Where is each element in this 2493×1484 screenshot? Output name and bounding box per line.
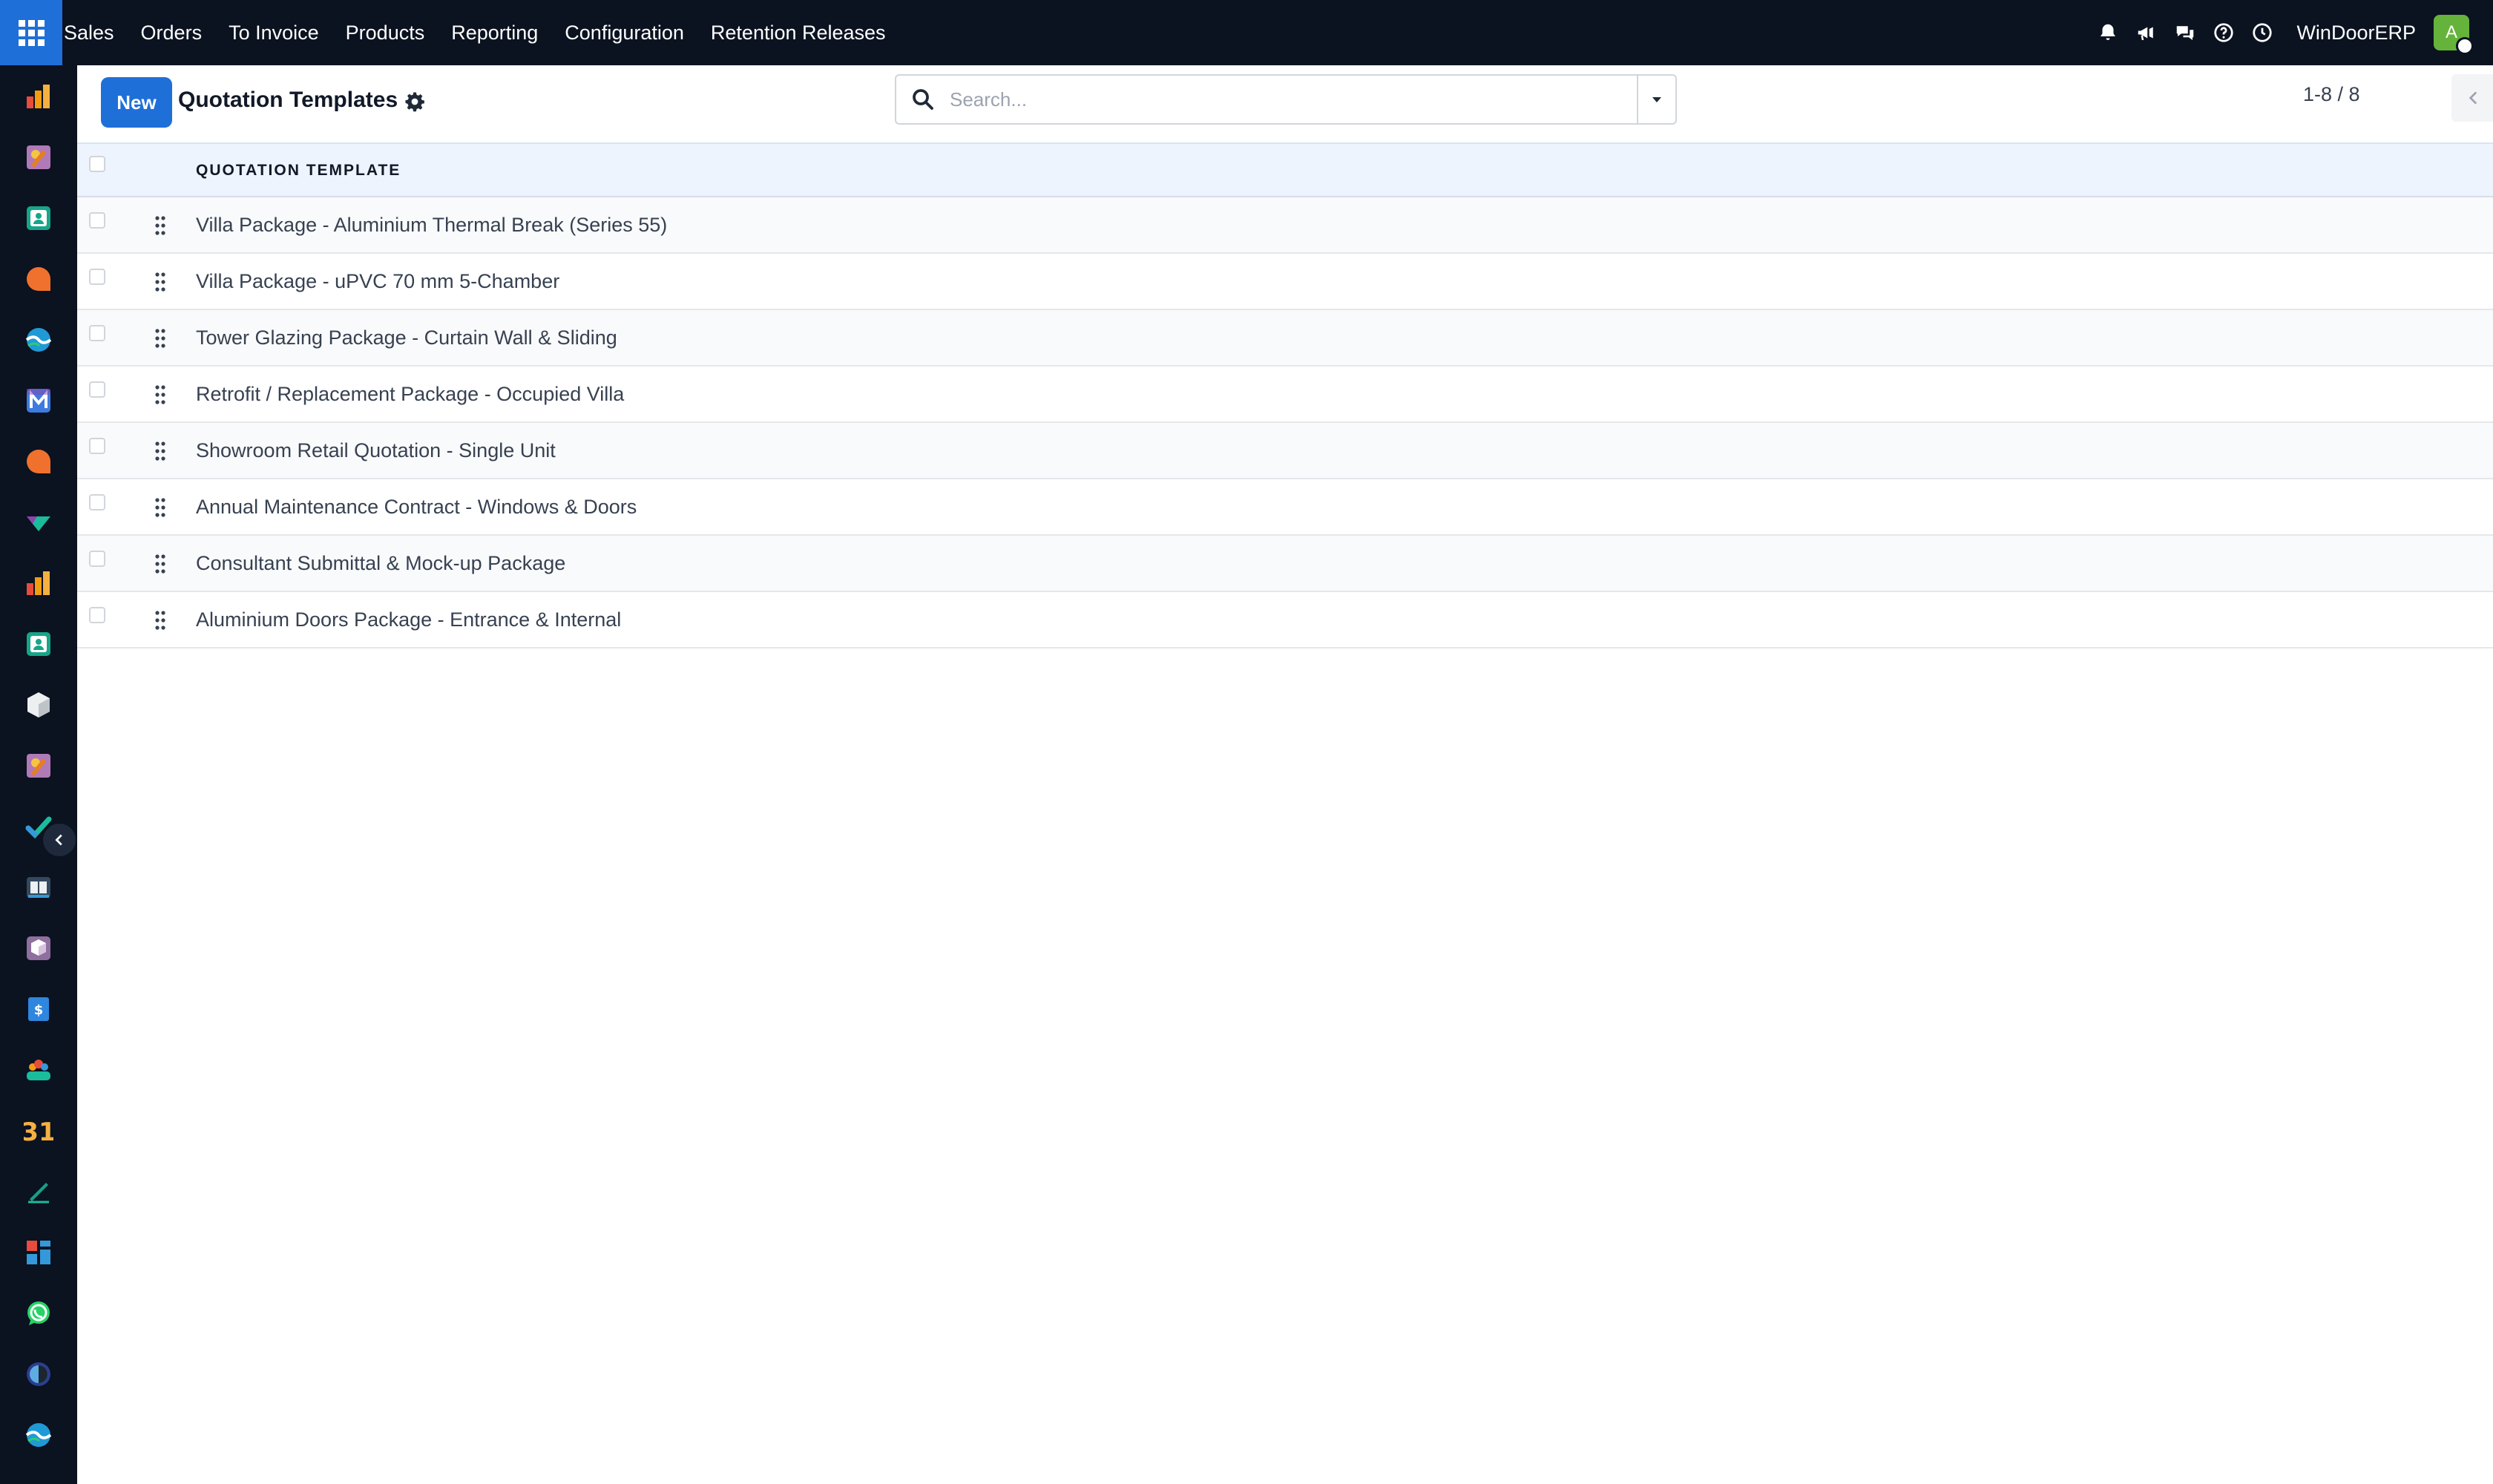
employees-app-icon[interactable] <box>24 1055 53 1085</box>
template-name[interactable]: Villa Package - Aluminium Thermal Break … <box>196 214 667 237</box>
gear-icon[interactable] <box>404 91 426 113</box>
sales-app-icon[interactable] <box>24 82 53 111</box>
table-row[interactable]: Annual Maintenance Contract - Windows & … <box>77 479 2493 536</box>
template-name[interactable]: Tower Glazing Package - Curtain Wall & S… <box>196 326 617 349</box>
table-row[interactable]: Consultant Submittal & Mock-up Package <box>77 536 2493 592</box>
project-app-icon[interactable] <box>24 751 53 781</box>
caret-down-icon <box>1652 97 1661 102</box>
drag-handle-icon[interactable] <box>154 384 166 405</box>
row-checkbox[interactable] <box>89 269 105 285</box>
row-checkbox[interactable] <box>89 438 105 454</box>
help-icon[interactable] <box>2204 0 2243 65</box>
sales-app-icon[interactable] <box>24 568 53 598</box>
apps-menu-button[interactable] <box>0 0 62 65</box>
app-sidebar: $ 31 <box>0 65 77 1484</box>
main-menu: Sales Orders To Invoice Products Reporti… <box>62 0 899 65</box>
chat-icon[interactable] <box>2166 0 2204 65</box>
bell-icon[interactable] <box>2089 0 2127 65</box>
contacts-app-icon[interactable] <box>24 203 53 233</box>
avatar-initial: A <box>2445 22 2457 42</box>
table-row[interactable]: Villa Package - Aluminium Thermal Break … <box>77 197 2493 254</box>
avatar[interactable]: A <box>2434 15 2474 55</box>
search-bar <box>895 74 1677 125</box>
template-name[interactable]: Retrofit / Replacement Package - Occupie… <box>196 383 624 406</box>
drag-handle-icon[interactable] <box>154 610 166 631</box>
purchase-app-icon[interactable] <box>24 508 53 537</box>
template-name[interactable]: Annual Maintenance Contract - Windows & … <box>196 496 637 519</box>
inventory-app-icon[interactable] <box>24 690 53 720</box>
table-row[interactable]: Villa Package - uPVC 70 mm 5-Chamber <box>77 254 2493 310</box>
template-name[interactable]: Villa Package - uPVC 70 mm 5-Chamber <box>196 270 559 293</box>
chevron-left-icon <box>2469 91 2477 105</box>
grid-icon <box>18 19 45 46</box>
sign-app-icon[interactable] <box>24 1177 53 1206</box>
pager-previous-button[interactable] <box>2451 74 2493 122</box>
template-name[interactable]: Showroom Retail Quotation - Single Unit <box>196 439 556 462</box>
new-button[interactable]: New <box>101 77 172 128</box>
calendar-app-icon[interactable]: 31 <box>24 1116 53 1146</box>
row-checkbox[interactable] <box>89 381 105 398</box>
expenses-app-icon[interactable]: $ <box>24 994 53 1024</box>
menu-to-invoice[interactable]: To Invoice <box>215 0 332 65</box>
chevron-left-icon <box>55 834 62 846</box>
pager-value[interactable]: 1-8 / 8 <box>2303 83 2360 106</box>
live-chat-app-icon[interactable] <box>24 447 53 476</box>
row-checkbox[interactable] <box>89 212 105 229</box>
list-header: QUOTATION TEMPLATE <box>77 142 2493 197</box>
template-name[interactable]: Aluminium Doors Package - Entrance & Int… <box>196 608 621 631</box>
sidebar-collapse-button[interactable] <box>43 824 76 856</box>
list-view: QUOTATION TEMPLATE Villa Package - Alumi… <box>77 142 2493 649</box>
project-app-icon[interactable] <box>24 142 53 172</box>
select-all-checkbox[interactable] <box>89 156 105 172</box>
drag-handle-icon[interactable] <box>154 497 166 518</box>
menu-reporting[interactable]: Reporting <box>438 0 551 65</box>
knowledge-app-icon[interactable] <box>24 873 53 902</box>
email-marketing-app-icon[interactable] <box>24 386 53 416</box>
menu-retention-releases[interactable]: Retention Releases <box>697 0 899 65</box>
control-panel: New Quotation Templates 1-8 / 8 <box>77 65 2493 142</box>
drag-handle-icon[interactable] <box>154 328 166 349</box>
page-title: Quotation Templates <box>178 88 398 112</box>
website-app-icon[interactable] <box>24 1420 53 1450</box>
template-name[interactable]: Consultant Submittal & Mock-up Package <box>196 552 565 575</box>
search-options-toggle[interactable] <box>1637 76 1675 123</box>
menu-sales[interactable]: Sales <box>62 0 128 65</box>
whatsapp-app-icon[interactable] <box>24 1298 53 1328</box>
table-row[interactable]: Aluminium Doors Package - Entrance & Int… <box>77 592 2493 649</box>
drag-handle-icon[interactable] <box>154 215 166 236</box>
systray: WinDoorERP A <box>2089 0 2493 65</box>
table-row[interactable]: Retrofit / Replacement Package - Occupie… <box>77 367 2493 423</box>
menu-orders[interactable]: Orders <box>128 0 216 65</box>
menu-products[interactable]: Products <box>332 0 439 65</box>
clock-icon[interactable] <box>2243 0 2282 65</box>
table-row[interactable]: Tower Glazing Package - Curtain Wall & S… <box>77 310 2493 367</box>
column-header-quotation-template[interactable]: QUOTATION TEMPLATE <box>196 162 401 180</box>
drag-handle-icon[interactable] <box>154 554 166 574</box>
svg-text:$: $ <box>34 1002 44 1018</box>
product-app-icon[interactable] <box>24 933 53 963</box>
contacts-app-icon[interactable] <box>24 629 53 659</box>
website-app-icon[interactable] <box>24 325 53 355</box>
dashboards-app-icon[interactable] <box>24 1238 53 1267</box>
row-checkbox[interactable] <box>89 494 105 510</box>
status-dot <box>2456 37 2474 55</box>
discuss-app-icon[interactable] <box>24 264 53 294</box>
row-checkbox[interactable] <box>89 551 105 567</box>
table-row[interactable]: Showroom Retail Quotation - Single Unit <box>77 423 2493 479</box>
company-switcher[interactable]: WinDoorERP <box>2296 22 2416 45</box>
row-checkbox[interactable] <box>89 325 105 341</box>
search-icon <box>913 89 933 110</box>
drag-handle-icon[interactable] <box>154 272 166 292</box>
menu-configuration[interactable]: Configuration <box>551 0 697 65</box>
svg-text:31: 31 <box>24 1117 53 1146</box>
top-navbar: Sales Orders To Invoice Products Reporti… <box>0 0 2493 65</box>
row-checkbox[interactable] <box>89 607 105 623</box>
drag-handle-icon[interactable] <box>154 441 166 462</box>
search-input[interactable] <box>950 83 1617 116</box>
megaphone-icon[interactable] <box>2127 0 2166 65</box>
time-off-app-icon[interactable] <box>24 1359 53 1389</box>
